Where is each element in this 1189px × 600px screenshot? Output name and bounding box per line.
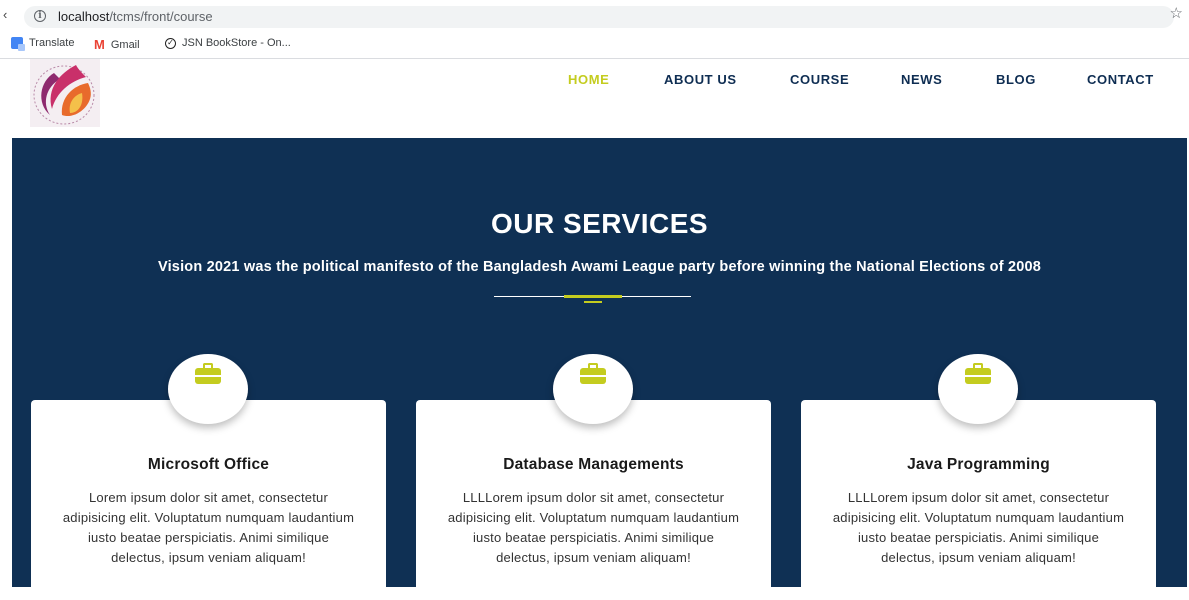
- service-icon-circle: [168, 354, 248, 424]
- gmail-icon: M: [94, 37, 105, 52]
- nav-course[interactable]: COURSE: [790, 72, 849, 87]
- url-field[interactable]: i localhost/tcms/front/course: [24, 6, 1174, 28]
- nav-about-us[interactable]: ABOUT US: [664, 72, 737, 87]
- service-icon-circle: [938, 354, 1018, 424]
- service-title: Microsoft Office: [147, 456, 270, 473]
- nav-news[interactable]: NEWS: [901, 72, 942, 87]
- info-icon[interactable]: i: [34, 10, 46, 22]
- service-description: LLLLorem ipsum dolor sit amet, consectet…: [447, 490, 740, 565]
- service-description: Lorem ipsum dolor sit amet, consectetur …: [62, 490, 355, 565]
- service-title: Database Managements: [503, 456, 684, 473]
- section-title: OUR SERVICES: [490, 208, 709, 239]
- title-divider-accent: [564, 295, 622, 298]
- service-card-java-programming[interactable]: Java Programming LLLLorem ipsum dolor si…: [801, 354, 1156, 600]
- briefcase-icon: [195, 363, 221, 384]
- service-title: Java Programming: [907, 456, 1050, 473]
- bookmark-star-icon[interactable]: ☆: [1170, 4, 1183, 22]
- service-card-database-managements[interactable]: Database Managements LLLLorem ipsum dolo…: [416, 354, 771, 600]
- services-section: OUR SERVICES Vision 2021 was the politic…: [12, 138, 1187, 600]
- briefcase-icon: [965, 363, 991, 384]
- nav-home[interactable]: HOME: [568, 72, 609, 87]
- bookmarks-bar: Translate M Gmail ✓ JSN BookStore - On..…: [0, 32, 1189, 59]
- site-logo[interactable]: [30, 59, 100, 127]
- briefcase-icon: [580, 363, 606, 384]
- title-divider-accent-small: [584, 301, 602, 303]
- bookmark-gmail[interactable]: M Gmail: [94, 37, 140, 52]
- service-card-microsoft-office[interactable]: Microsoft Office Lorem ipsum dolor sit a…: [31, 354, 386, 600]
- google-translate-icon: [11, 37, 25, 51]
- browser-address-bar: ‹ i localhost/tcms/front/course ☆: [0, 0, 1189, 32]
- site-header: HOME ABOUT US COURSE NEWS BLOG CONTACT: [0, 59, 1189, 138]
- bookmark-jsn-bookstore[interactable]: ✓ JSN BookStore - On...: [165, 37, 291, 49]
- back-icon[interactable]: ‹: [3, 7, 7, 22]
- nav-blog[interactable]: BLOG: [996, 72, 1036, 87]
- nav-contact[interactable]: CONTACT: [1087, 72, 1154, 87]
- service-icon-circle: [553, 354, 633, 424]
- check-circle-icon: ✓: [165, 37, 176, 49]
- url-text[interactable]: localhost/tcms/front/course: [58, 9, 213, 24]
- section-subtitle: Vision 2021 was the political manifesto …: [157, 259, 1042, 275]
- bookmark-translate[interactable]: Translate: [11, 37, 74, 51]
- service-description: LLLLorem ipsum dolor sit amet, consectet…: [832, 490, 1125, 565]
